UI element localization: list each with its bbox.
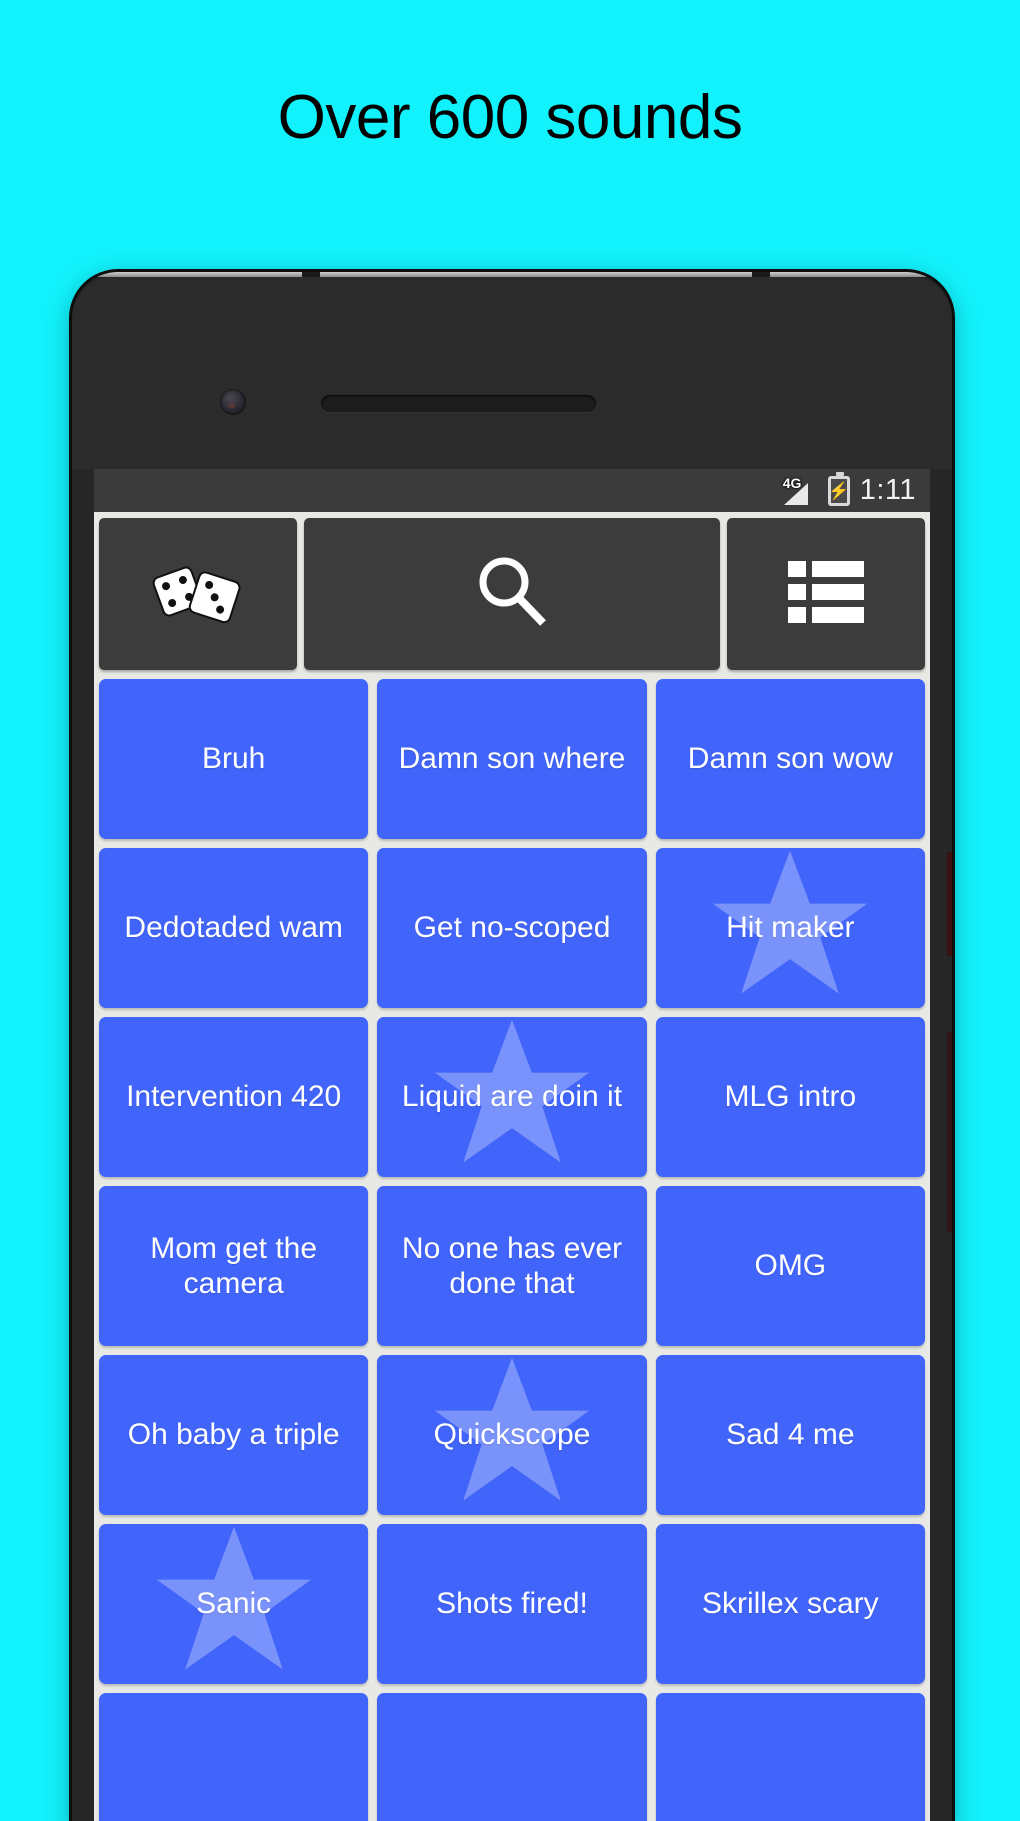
sound-button-label: Get no-scoped <box>413 911 611 945</box>
sound-button[interactable]: Sad 4 me <box>655 1355 925 1515</box>
sound-button[interactable] <box>99 1693 369 1821</box>
sound-button-label: MLG intro <box>724 1080 857 1114</box>
front-camera-icon <box>220 389 246 415</box>
list-icon <box>788 560 864 628</box>
sound-button[interactable]: Mom get the camera <box>99 1186 369 1346</box>
sound-button-label: Oh baby a triple <box>127 1418 340 1452</box>
sound-button-label: Hit maker <box>726 911 855 945</box>
sound-button-label: Damn son where <box>398 742 626 776</box>
power-button[interactable] <box>947 852 952 956</box>
sound-button[interactable]: Sanic <box>99 1524 369 1684</box>
sound-button-label: OMG <box>754 1249 827 1283</box>
phone-top-bezel <box>72 277 952 469</box>
dice-icon <box>152 556 244 633</box>
sound-button-label: Shots fired! <box>436 1587 588 1621</box>
sound-button[interactable] <box>377 1693 647 1821</box>
sound-button[interactable]: Damn son where <box>377 679 647 839</box>
sound-button[interactable]: No one has ever done that <box>377 1186 647 1346</box>
sound-button[interactable]: Oh baby a triple <box>99 1355 369 1515</box>
sound-button[interactable]: Hit maker <box>655 848 925 1008</box>
sound-button[interactable] <box>655 1693 925 1821</box>
sound-button-label: Quickscope <box>433 1418 591 1452</box>
sound-button-label: Intervention 420 <box>126 1080 342 1114</box>
network-type-label: 4G <box>782 474 802 491</box>
sound-button[interactable]: OMG <box>655 1186 925 1346</box>
sound-button-label: Bruh <box>201 742 266 776</box>
status-bar-clock: 1:11 <box>859 474 916 506</box>
volume-rocker-button[interactable] <box>947 1032 952 1232</box>
search-button[interactable] <box>304 518 720 670</box>
sound-button-label: Skrillex scary <box>701 1587 879 1621</box>
charging-bolt-icon: ⚡ <box>828 481 850 500</box>
battery-charging-icon: ⚡ <box>827 471 850 506</box>
sound-button[interactable]: Skrillex scary <box>655 1524 925 1684</box>
sound-button-label: Liquid are doin it <box>401 1080 623 1114</box>
sound-button[interactable]: Bruh <box>99 679 369 839</box>
sound-button[interactable]: Damn son wow <box>655 679 925 839</box>
search-icon <box>471 551 553 638</box>
app-toolbar <box>94 512 930 670</box>
sound-button[interactable]: MLG intro <box>655 1017 925 1177</box>
sound-button[interactable]: Shots fired! <box>377 1524 647 1684</box>
sound-button-label: Dedotaded wam <box>124 911 343 945</box>
page-title: Over 600 sounds <box>277 83 743 152</box>
sound-button[interactable]: Quickscope <box>377 1355 647 1515</box>
earpiece-speaker <box>321 395 596 412</box>
sound-button-grid: Bruh Damn son where Damn son wow Dedotaded … <box>94 670 930 1821</box>
phone-device-mockup: 4G ⚡ 1:11 Bruh Damn son where Damn son w… <box>72 272 952 1821</box>
list-view-button[interactable] <box>727 518 925 670</box>
sound-button[interactable]: Get no-scoped <box>377 848 647 1008</box>
camera-glint <box>228 403 235 408</box>
sound-button[interactable]: Intervention 420 <box>99 1017 369 1177</box>
sound-button-label: No one has ever done that <box>401 1231 623 1300</box>
sound-button-label: Mom get the camera <box>150 1231 318 1300</box>
status-bar: 4G ⚡ 1:11 <box>94 469 930 512</box>
sound-button-label: Sad 4 me <box>726 1418 855 1452</box>
sound-button[interactable]: Liquid are doin it <box>377 1017 647 1177</box>
signal-bars-icon: 4G <box>782 474 818 505</box>
random-button[interactable] <box>99 518 297 670</box>
sound-button-label: Sanic <box>196 1587 272 1621</box>
sound-button[interactable]: Dedotaded wam <box>99 848 369 1008</box>
phone-screen: 4G ⚡ 1:11 Bruh Damn son where Damn son w… <box>94 469 930 1821</box>
sound-button-label: Damn son wow <box>687 742 893 776</box>
screenshot-stage: Over 600 sounds 4G ⚡ 1:11 Bruh Damn son … <box>0 0 1020 1821</box>
